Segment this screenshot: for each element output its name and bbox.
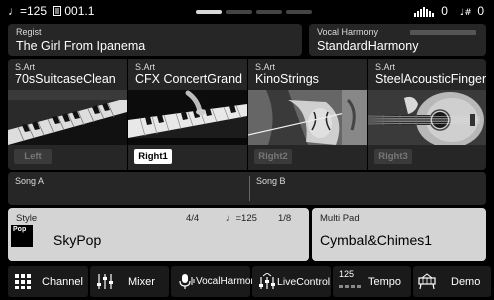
- style-name: SkyPop: [53, 232, 102, 248]
- part-right3[interactable]: S.Art SteelAcousticFinger Right3: [368, 59, 486, 170]
- keyboard-demo-icon: [418, 273, 436, 290]
- part-left-type: S.Art: [15, 62, 36, 72]
- registration-label: Regist: [16, 27, 42, 37]
- registration-value: The Girl From Ipanema: [16, 39, 146, 53]
- electric-piano-image: [8, 90, 127, 145]
- style-tempo: ♩=125: [226, 213, 257, 224]
- acoustic-guitar-image: [368, 90, 486, 145]
- part-right3-voice: SteelAcousticFinger: [375, 72, 486, 86]
- style-label: Style: [16, 213, 38, 224]
- level-meter-left: 0: [413, 4, 448, 18]
- vocal-harmony-label: Vocal Harmony: [317, 27, 379, 37]
- part-right3-type: S.Art: [375, 62, 396, 72]
- vocal-level-bar: [410, 30, 476, 35]
- channel-button[interactable]: Channel: [8, 266, 88, 297]
- vocal-harmony-panel[interactable]: Vocal Harmony StandardHarmony: [309, 24, 486, 56]
- grand-piano-image: [128, 90, 247, 145]
- part-right3-button[interactable]: Right3: [374, 149, 412, 164]
- strings-image: [248, 90, 367, 145]
- vocal-harmony-button[interactable]: VocalHarmony: [171, 266, 261, 297]
- transpose-icon: ♩#: [460, 8, 472, 18]
- transpose-readout: ♩# 0: [459, 4, 484, 18]
- voice-parts-panel: S.Art 70sSuitcaseClean Left S.Art CFX Co…: [8, 59, 486, 170]
- mixer-button[interactable]: Mixer: [90, 266, 169, 297]
- part-left[interactable]: S.Art 70sSuitcaseClean Left: [8, 59, 127, 170]
- live-control-icon: [259, 273, 275, 289]
- song-number-readout: 001.1: [53, 4, 94, 18]
- vocal-harmony-value: StandardHarmony: [317, 39, 419, 53]
- songs-panel: Song A Song B: [8, 172, 486, 205]
- part-left-voice: 70sSuitcaseClean: [15, 72, 116, 86]
- status-bar: ♩=125 001.1 0 ♩# 0: [0, 0, 494, 22]
- registration-panel[interactable]: Regist The Girl From Ipanema: [8, 24, 302, 56]
- song-a-slot[interactable]: Song A: [8, 172, 249, 205]
- part-left-button[interactable]: Left: [14, 149, 52, 164]
- part-right1-button[interactable]: Right1: [134, 149, 172, 164]
- multipad-label: Multi Pad: [320, 213, 360, 224]
- tempo-label: Tempo: [368, 276, 402, 288]
- multipad-panel[interactable]: Multi Pad Cymbal&Chimes1: [312, 208, 486, 261]
- svg-text:♩#: ♩#: [460, 8, 472, 16]
- page-dot-1: [196, 10, 222, 14]
- level-meter-icon: [413, 6, 434, 17]
- style-panel[interactable]: Style 4/4 ♩=125 1/8 SkyPop: [8, 208, 309, 261]
- channel-label: Channel: [42, 276, 83, 288]
- page-indicator[interactable]: [196, 10, 312, 14]
- part-right2-button[interactable]: Right2: [254, 149, 292, 164]
- song-icon: [53, 6, 62, 16]
- tempo-value: 125: [339, 269, 355, 279]
- measure-readout: 1/8: [278, 213, 292, 224]
- part-right2[interactable]: S.Art KinoStrings Right2: [248, 59, 367, 170]
- tempo-readout: ♩=125: [8, 4, 48, 18]
- page-dot-3: [256, 10, 282, 14]
- tempo-beat-icon: [339, 285, 361, 288]
- part-right1[interactable]: S.Art CFX ConcertGrand Right1: [128, 59, 247, 170]
- part-right2-type: S.Art: [255, 62, 276, 72]
- part-right1-voice: CFX ConcertGrand: [135, 72, 242, 86]
- part-right1-type: S.Art: [135, 62, 156, 72]
- live-control-label: LiveControl: [277, 276, 331, 288]
- live-control-button[interactable]: LiveControl: [252, 266, 331, 297]
- page-dot-2: [226, 10, 252, 14]
- pop-style-icon: Pop: [11, 225, 33, 247]
- demo-label: Demo: [451, 276, 481, 288]
- page-dot-4: [286, 10, 312, 14]
- instrument-main-screen: ♩=125 001.1 0 ♩# 0 Regist The Girl From …: [0, 0, 494, 300]
- multipad-value: Cymbal&Chimes1: [320, 232, 433, 248]
- song-b-label: Song B: [256, 176, 286, 186]
- song-number: 001.1: [64, 4, 95, 18]
- part-right2-voice: KinoStrings: [255, 72, 319, 86]
- tempo-button[interactable]: 125 Tempo: [333, 266, 411, 297]
- mixer-label: Mixer: [128, 276, 155, 288]
- mixer-icon: [97, 274, 113, 289]
- time-signature: 4/4: [186, 213, 200, 224]
- microphone-icon: [179, 274, 195, 289]
- channel-icon: [15, 274, 31, 289]
- song-b-slot[interactable]: Song B: [250, 172, 486, 205]
- demo-button[interactable]: Demo: [413, 266, 491, 297]
- song-a-label: Song A: [15, 176, 45, 186]
